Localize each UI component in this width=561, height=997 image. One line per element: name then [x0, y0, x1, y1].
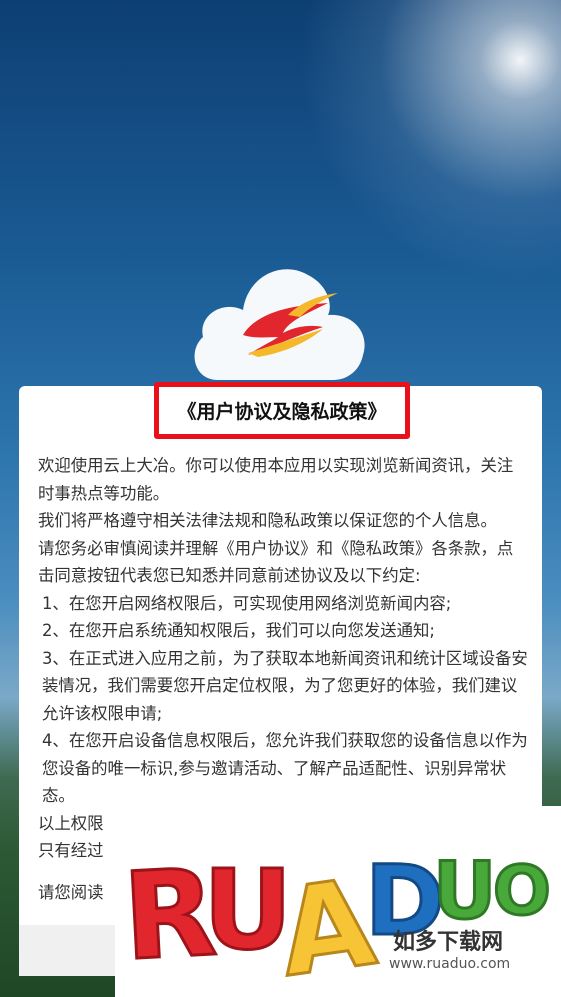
paragraph-item-4: 4、在您开启设备信息权限后，您允许我们获取您的设备信息以作为您设备的唯一标识,参… — [42, 731, 528, 805]
app-logo-cloud — [194, 269, 365, 380]
paragraph-item-3: 3、在正式进入应用之前，为了获取本地新闻资讯和统计区域设备安装情况，我们需要您开… — [42, 648, 528, 723]
watermark-url: www.ruaduo.com — [389, 956, 511, 972]
watermark-overlay: R U A D U O 如多下载网 www.ruaduo.com — [115, 806, 561, 997]
dialog-title-highlight: 《用户协议及隐私政策》 — [154, 382, 410, 439]
paragraph-item-1: 1、在您开启网络权限后，可实现使用网络浏览新闻内容; — [42, 593, 452, 613]
dialog-title: 《用户协议及隐私政策》 — [177, 401, 387, 423]
svg-text:O: O — [493, 852, 551, 931]
paragraph-compliance: 我们将严格遵守相关法律法规和隐私政策以保证您的个人信息。 — [38, 511, 497, 530]
paragraph-intro: 欢迎使用云上大冶。你可以使用本应用以实现浏览新闻资讯，关注时事热点等功能。 — [38, 456, 514, 503]
watermark-chinese: 如多下载网 — [393, 930, 504, 955]
paragraph-item-2: 2、在您开启系统通知权限后，我们可以向您发送通知; — [42, 621, 435, 640]
paragraph-agreement: 请您务必审慎阅读并理解《用户协议》和《隐私政策》各条款，点击同意按钮代表您已知悉… — [38, 538, 514, 586]
